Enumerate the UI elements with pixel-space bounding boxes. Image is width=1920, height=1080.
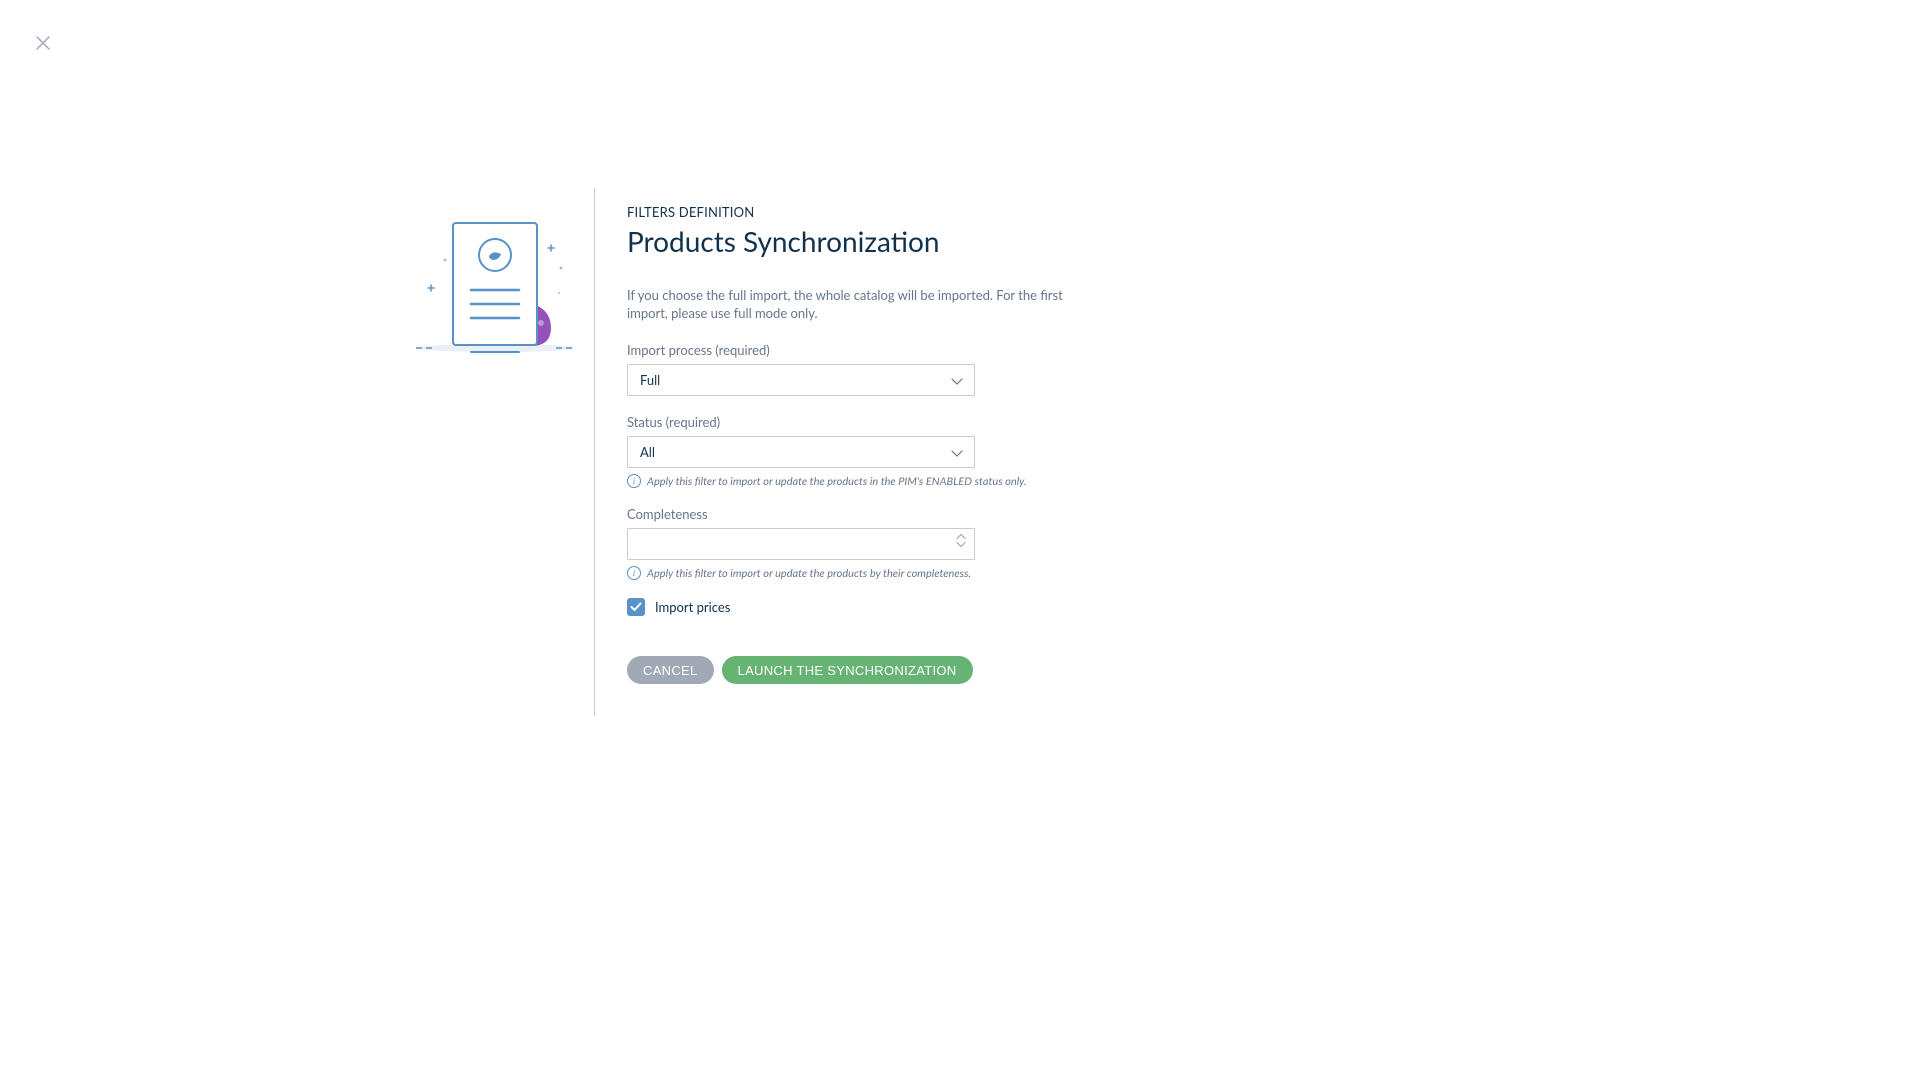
illustration-panel: [397, 188, 594, 716]
completeness-input-wrapper: [627, 528, 975, 560]
document-illustration: [411, 208, 581, 358]
cancel-button[interactable]: Cancel: [627, 656, 714, 684]
completeness-input[interactable]: [628, 529, 950, 559]
status-help: i Apply this filter to import or update …: [627, 474, 1097, 488]
button-row: Cancel Launch the synchronization: [627, 656, 1097, 684]
close-button[interactable]: [35, 35, 51, 51]
import-prices-checkbox-group: Import prices: [627, 598, 1097, 616]
import-process-label: Import process (required): [627, 342, 1097, 358]
content-panel: FILTERS DEFINITION Products Synchronizat…: [594, 188, 1097, 716]
stepper-up[interactable]: [956, 533, 966, 540]
stepper-down[interactable]: [956, 541, 966, 548]
import-process-value: Full: [640, 372, 660, 388]
import-process-field: Import process (required) Full: [627, 342, 1097, 396]
info-icon: i: [627, 566, 641, 580]
info-icon: i: [627, 474, 641, 488]
import-process-select[interactable]: Full: [627, 364, 975, 396]
modal-container: FILTERS DEFINITION Products Synchronizat…: [397, 188, 1097, 716]
check-icon: [630, 602, 642, 612]
completeness-label: Completeness: [627, 506, 1097, 522]
close-icon: [35, 35, 51, 51]
modal-title: Products Synchronization: [627, 224, 1097, 258]
status-help-text: Apply this filter to import or update th…: [647, 475, 1027, 488]
completeness-help: i Apply this filter to import or update …: [627, 566, 1097, 580]
number-steppers: [956, 533, 966, 548]
modal-description: If you choose the full import, the whole…: [627, 286, 1097, 322]
launch-button[interactable]: Launch the synchronization: [722, 656, 973, 684]
completeness-help-text: Apply this filter to import or update th…: [647, 567, 971, 580]
modal-subtitle: FILTERS DEFINITION: [627, 204, 1097, 220]
import-prices-label: Import prices: [655, 599, 730, 615]
status-field: Status (required) All i Apply this filte…: [627, 414, 1097, 488]
status-label: Status (required): [627, 414, 1097, 430]
completeness-field: Completeness i Apply this filter to impo…: [627, 506, 1097, 580]
status-value: All: [640, 444, 655, 460]
import-prices-checkbox[interactable]: [627, 598, 645, 616]
status-select[interactable]: All: [627, 436, 975, 468]
